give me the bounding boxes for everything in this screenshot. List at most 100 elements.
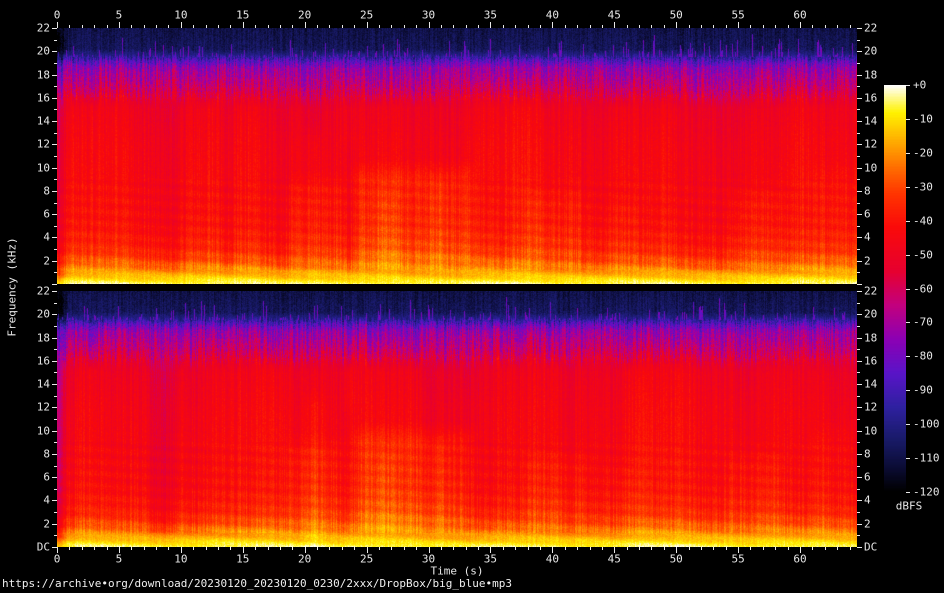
tick-mark [478,25,479,28]
tick-mark [54,133,57,134]
tick-label: 0 [54,554,61,565]
tick-mark [230,547,231,550]
tick-mark [857,86,860,87]
tick-mark [857,144,862,145]
tick-mark [857,168,862,169]
tick-mark [590,547,591,550]
time-axis-label: Time (s) [431,565,484,578]
tick-mark [552,22,553,28]
tick-mark [54,156,57,157]
tick-mark [857,512,860,513]
tick-mark [52,361,57,362]
tick-label: 40 [546,10,559,21]
tick-label: 40 [546,554,559,565]
tick-mark [52,431,57,432]
tick-mark [503,547,504,550]
tick-mark [404,25,405,28]
tick-label: 30 [422,10,435,21]
tick-label: 4 [43,232,50,243]
tick-label: 6 [43,209,50,220]
tick-mark [812,25,813,28]
tick-mark [726,25,727,28]
tick-label: 10 [174,554,187,565]
tick-mark [857,396,860,397]
tick-mark [857,226,860,227]
tick-label: 20 [864,309,877,320]
tick-mark [52,214,57,215]
tick-label: 5 [116,10,123,21]
tick-mark [627,25,628,28]
tick-mark [750,25,751,28]
tick-mark [54,86,57,87]
tick-label: 35 [484,554,497,565]
tick-mark [206,547,207,550]
tick-label: 20 [864,46,877,57]
tick-mark [268,547,269,550]
tick-mark [627,547,628,550]
tick-mark [857,40,860,41]
tick-mark [857,28,862,29]
tick-mark [850,547,851,550]
tick-mark [367,22,368,28]
tick-mark [342,547,343,550]
tick-mark [54,512,57,513]
tick-mark [689,547,690,550]
tick-label: 45 [608,10,621,21]
tick-mark [857,431,862,432]
tick-mark [825,25,826,28]
tick-label: 50 [670,554,683,565]
tick-label: 55 [731,10,744,21]
tick-label: 22 [37,23,50,34]
tick-label: 6 [864,209,871,220]
tick-mark [441,25,442,28]
tick-mark [713,25,714,28]
tick-label: 14 [37,379,50,390]
tick-mark [857,361,862,362]
tick-label: 12 [37,139,50,150]
tick-mark [540,25,541,28]
tick-label: 8 [43,448,50,459]
tick-label: 20 [37,309,50,320]
tick-mark [54,203,57,204]
tick-label: 20 [298,10,311,21]
tick-mark [857,109,860,110]
tick-mark [602,547,603,550]
tick-mark [54,396,57,397]
tick-mark [857,547,862,548]
tick-label: 12 [37,402,50,413]
tick-mark [857,272,860,273]
tick-mark [837,25,838,28]
tick-mark [329,547,330,550]
tick-mark [416,25,417,28]
tick-mark [441,547,442,550]
tick-mark [490,22,491,28]
tick-mark [52,524,57,525]
tick-label: 10 [37,162,50,173]
tick-mark [857,500,862,501]
tick-mark [689,25,690,28]
tick-label: 12 [864,402,877,413]
tick-mark [614,22,615,28]
tick-label: -120 [913,487,940,498]
tick-label: 4 [43,495,50,506]
tick-mark [52,144,57,145]
tick-mark [857,156,860,157]
tick-mark [52,338,57,339]
tick-label: 0 [54,10,61,21]
tick-mark [528,25,529,28]
tick-mark [52,237,57,238]
tick-mark [857,291,862,292]
tick-mark [906,492,910,493]
tick-mark [54,40,57,41]
tick-mark [379,547,380,550]
tick-mark [515,25,516,28]
tick-label: -20 [913,147,933,158]
axes-layer: 0055101015152020252530303535404045455050… [0,0,944,593]
tick-mark [416,547,417,550]
tick-mark [775,547,776,550]
tick-mark [857,466,860,467]
tick-mark [701,547,702,550]
tick-mark [54,349,57,350]
tick-mark [906,85,910,86]
tick-label: 14 [864,379,877,390]
